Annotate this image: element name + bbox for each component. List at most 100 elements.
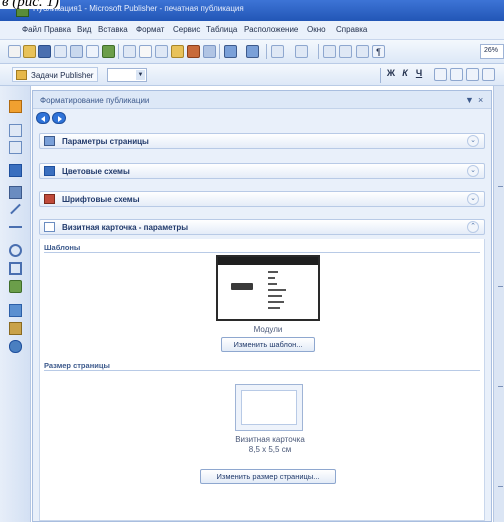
email-icon[interactable] xyxy=(54,45,67,58)
text-box-icon[interactable] xyxy=(339,45,352,58)
section-font-schemes[interactable]: Шрифтовые схемы ⌄ xyxy=(39,191,485,207)
back-arrow-icon[interactable] xyxy=(36,112,50,124)
design-gallery-icon[interactable] xyxy=(9,322,22,335)
hyperlink-icon[interactable] xyxy=(356,45,369,58)
italic-icon[interactable]: К xyxy=(400,68,410,78)
align-left-icon[interactable] xyxy=(434,68,447,81)
section-page-setup[interactable]: Параметры страницы ⌄ xyxy=(39,133,485,149)
font-scheme-icon xyxy=(44,194,55,204)
task-pane-header: Форматирование публикации ▼ × xyxy=(33,91,491,109)
chevron-down-icon[interactable]: ▼ xyxy=(465,95,474,105)
show-formatting-icon[interactable]: ¶ xyxy=(372,45,385,58)
justify-icon[interactable] xyxy=(482,68,495,81)
zoom-combo[interactable]: 26% xyxy=(480,44,504,59)
hotspot-icon[interactable] xyxy=(9,304,22,317)
section-color-schemes[interactable]: Цветовые схемы ⌄ xyxy=(39,163,485,179)
section-business-card-options[interactable]: Визитная карточка - параметры ⌃ xyxy=(39,219,485,235)
print-icon[interactable] xyxy=(70,45,83,58)
align-center-icon[interactable] xyxy=(450,68,463,81)
menu-window[interactable]: Окно xyxy=(307,25,326,34)
undo-icon[interactable] xyxy=(224,45,237,58)
arrow-tool-icon[interactable] xyxy=(9,226,22,228)
title-bar: Публикация1 - Microsoft Publisher - печа… xyxy=(0,0,504,21)
section-label: Шрифтовые схемы xyxy=(62,195,140,204)
template-thumbnail[interactable] xyxy=(216,255,320,321)
ruler-tick xyxy=(498,286,503,287)
menu-edit[interactable]: Правка xyxy=(44,25,71,34)
section-label: Визитная карточка - параметры xyxy=(62,223,189,232)
send-backward-icon[interactable] xyxy=(295,45,308,58)
chevron-down-icon[interactable]: ⌄ xyxy=(467,135,479,147)
publisher-tasks-label: Задачи Publisher xyxy=(31,71,94,80)
forward-arrow-icon[interactable] xyxy=(52,112,66,124)
menu-format[interactable]: Формат xyxy=(136,25,164,34)
insert-table-icon[interactable] xyxy=(9,141,22,154)
picture-frame-icon[interactable] xyxy=(9,186,22,199)
chevron-down-icon[interactable]: ⌄ xyxy=(467,165,479,177)
redo-icon[interactable] xyxy=(246,45,259,58)
underline-icon[interactable]: Ч xyxy=(414,68,424,78)
page-size-name: Визитная карточка 8,5 x 5,5 см xyxy=(200,435,340,455)
window-title: Публикация1 - Microsoft Publisher - печа… xyxy=(33,4,244,13)
chevron-down-icon[interactable]: ⌄ xyxy=(467,193,479,205)
menu-bar: Файл Правка Вид Вставка Формат Сервис Та… xyxy=(0,21,504,40)
columns-icon[interactable] xyxy=(323,45,336,58)
bold-icon[interactable]: Ж xyxy=(386,68,396,78)
format-painter-icon[interactable] xyxy=(187,45,200,58)
menu-insert[interactable]: Вставка xyxy=(98,25,128,34)
bring-forward-icon[interactable] xyxy=(271,45,284,58)
save-icon[interactable] xyxy=(38,45,51,58)
template-text-line xyxy=(268,295,282,297)
cut-icon[interactable] xyxy=(139,45,152,58)
wordart-icon[interactable] xyxy=(9,164,22,177)
autoshapes-icon[interactable] xyxy=(9,280,22,293)
template-text-line xyxy=(268,289,286,291)
change-page-size-button[interactable]: Изменить размер страницы... xyxy=(200,469,336,484)
toolbar-separator xyxy=(266,44,267,59)
menu-arrange[interactable]: Расположение xyxy=(244,25,298,34)
select-objects-icon[interactable] xyxy=(9,100,22,113)
page-setup-icon xyxy=(44,136,55,146)
change-template-button[interactable]: Изменить шаблон... xyxy=(221,337,315,352)
toolbar-separator xyxy=(318,44,319,59)
paste-icon[interactable] xyxy=(171,45,184,58)
rectangle-tool-icon[interactable] xyxy=(9,262,22,275)
templates-group-label: Шаблоны xyxy=(44,243,81,252)
publisher-tasks-button[interactable]: Задачи Publisher xyxy=(12,67,99,82)
align-right-icon[interactable] xyxy=(466,68,479,81)
page-size-thumbnail[interactable] xyxy=(235,384,303,431)
menu-view[interactable]: Вид xyxy=(77,25,91,34)
oval-tool-icon[interactable] xyxy=(9,244,22,257)
menu-tools[interactable]: Сервис xyxy=(173,25,200,34)
template-text-line xyxy=(268,301,284,303)
template-text-line xyxy=(268,307,280,309)
divider xyxy=(44,370,480,371)
formatting-toolbar: Задачи Publisher ▼ Ж К Ч xyxy=(0,64,504,86)
toolbar-separator xyxy=(380,68,381,83)
text-box-tool-icon[interactable] xyxy=(9,124,22,137)
form-control-icon[interactable] xyxy=(9,340,22,353)
chevron-down-icon[interactable]: ▼ xyxy=(136,70,145,80)
menu-file[interactable]: Файл xyxy=(22,25,42,34)
insert-picture-icon[interactable] xyxy=(203,45,216,58)
line-tool-icon[interactable] xyxy=(10,203,21,215)
new-icon[interactable] xyxy=(8,45,21,58)
chevron-up-icon[interactable]: ⌃ xyxy=(467,221,479,233)
page-size-name-line2: 8,5 x 5,5 см xyxy=(248,445,292,454)
spelling-icon[interactable] xyxy=(102,45,115,58)
template-text-line xyxy=(268,271,278,273)
menu-help[interactable]: Справка xyxy=(336,25,367,34)
print-preview-icon[interactable] xyxy=(86,45,99,58)
template-name: Модули xyxy=(253,325,283,334)
template-text-line xyxy=(268,277,275,279)
close-icon[interactable]: × xyxy=(478,95,483,105)
page-size-preview xyxy=(241,390,297,425)
font-style-combo[interactable]: ▼ xyxy=(107,68,147,82)
copy-icon[interactable] xyxy=(155,45,168,58)
template-header-bar xyxy=(218,257,318,265)
menu-table[interactable]: Таблица xyxy=(206,25,237,34)
research-icon[interactable] xyxy=(123,45,136,58)
objects-toolbar xyxy=(0,86,31,522)
open-icon[interactable] xyxy=(23,45,36,58)
business-card-options-body: Шаблоны Модули Изменить шаблон... Размер… xyxy=(39,239,485,521)
